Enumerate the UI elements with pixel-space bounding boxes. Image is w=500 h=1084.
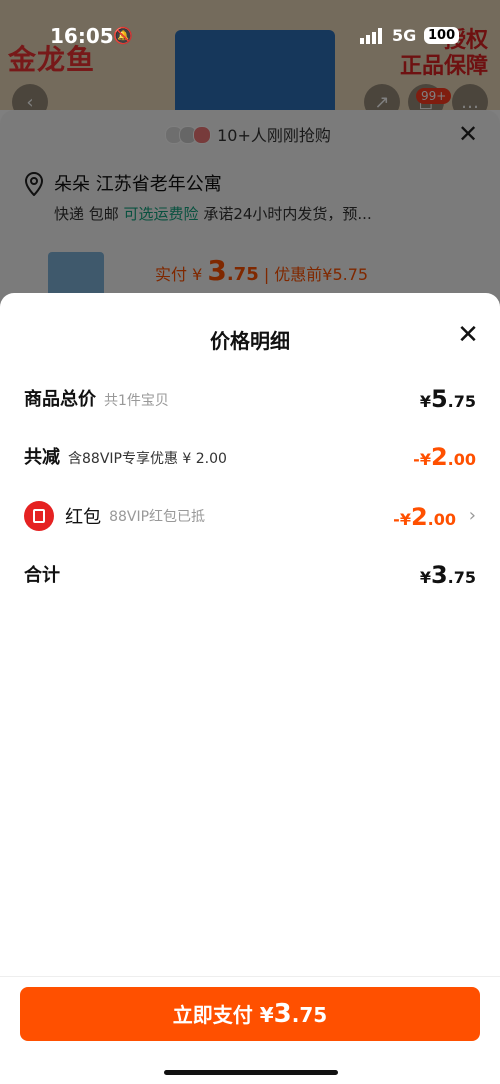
row-amount: ¥5.75: [420, 385, 476, 413]
row-sub: 共1件宝贝: [104, 393, 169, 409]
row-discount: 共减 含88VIP专享优惠 ¥ 2.00 -¥2.00: [24, 443, 476, 473]
row-amount: ¥3.75: [420, 561, 476, 589]
amount-dec: .75: [447, 392, 476, 411]
currency: -¥: [413, 450, 431, 469]
amount-int: 3: [430, 561, 448, 589]
amount-dec: .00: [447, 450, 476, 469]
row-label: 商品总价: [24, 389, 96, 410]
pay-int: 3: [273, 999, 292, 1029]
price-detail-sheet: 价格明细 ✕ 商品总价 共1件宝贝 ¥5.75 共减 含88VIP专享优惠 ¥ 2.…: [0, 293, 500, 1084]
row-amount: -¥2.00: [393, 503, 456, 531]
amount-int: 2: [430, 443, 448, 471]
row-sub: 含88VIP专享优惠 ¥ 2.00: [68, 451, 227, 467]
currency: -¥: [393, 510, 411, 529]
divider: [0, 976, 500, 977]
row-total-price: 商品总价 共1件宝贝 ¥5.75: [24, 385, 476, 415]
signal-icon: [360, 28, 382, 44]
pay-dec: .75: [291, 1003, 328, 1027]
pay-label: 立即支付: [172, 1003, 253, 1027]
row-label: 红包: [65, 507, 102, 528]
amount-int: 2: [410, 503, 428, 531]
row-red-packet[interactable]: 红包 88VIP红包已抵 -¥2.00 ›: [24, 501, 476, 531]
home-indicator[interactable]: [164, 1070, 338, 1075]
network-type: 5G: [392, 26, 417, 45]
chevron-right-icon: ›: [468, 505, 476, 526]
battery-icon: 100: [424, 27, 460, 44]
silent-bell-icon: 🔕: [113, 26, 133, 45]
row-label: 合计: [24, 565, 60, 586]
row-grand-total: 合计 ¥3.75: [24, 561, 476, 591]
currency: ¥: [419, 392, 431, 411]
currency: ¥: [419, 568, 431, 587]
sheet-title: 价格明细: [210, 329, 290, 353]
status-bar: 16:05 🔕 5G 100: [0, 0, 500, 60]
row-sub: 88VIP红包已抵: [109, 509, 206, 525]
amount-dec: .75: [447, 568, 476, 587]
row-amount: -¥2.00: [413, 443, 476, 471]
clock: 16:05: [50, 24, 114, 48]
row-label: 共减: [24, 447, 60, 468]
amount-dec: .00: [427, 510, 456, 529]
pay-currency: ¥: [259, 1003, 274, 1027]
amount-int: 5: [430, 385, 448, 413]
close-icon[interactable]: ✕: [454, 321, 482, 349]
red-packet-icon: [24, 501, 54, 531]
pay-now-button[interactable]: 立即支付 ¥3.75: [20, 987, 480, 1041]
